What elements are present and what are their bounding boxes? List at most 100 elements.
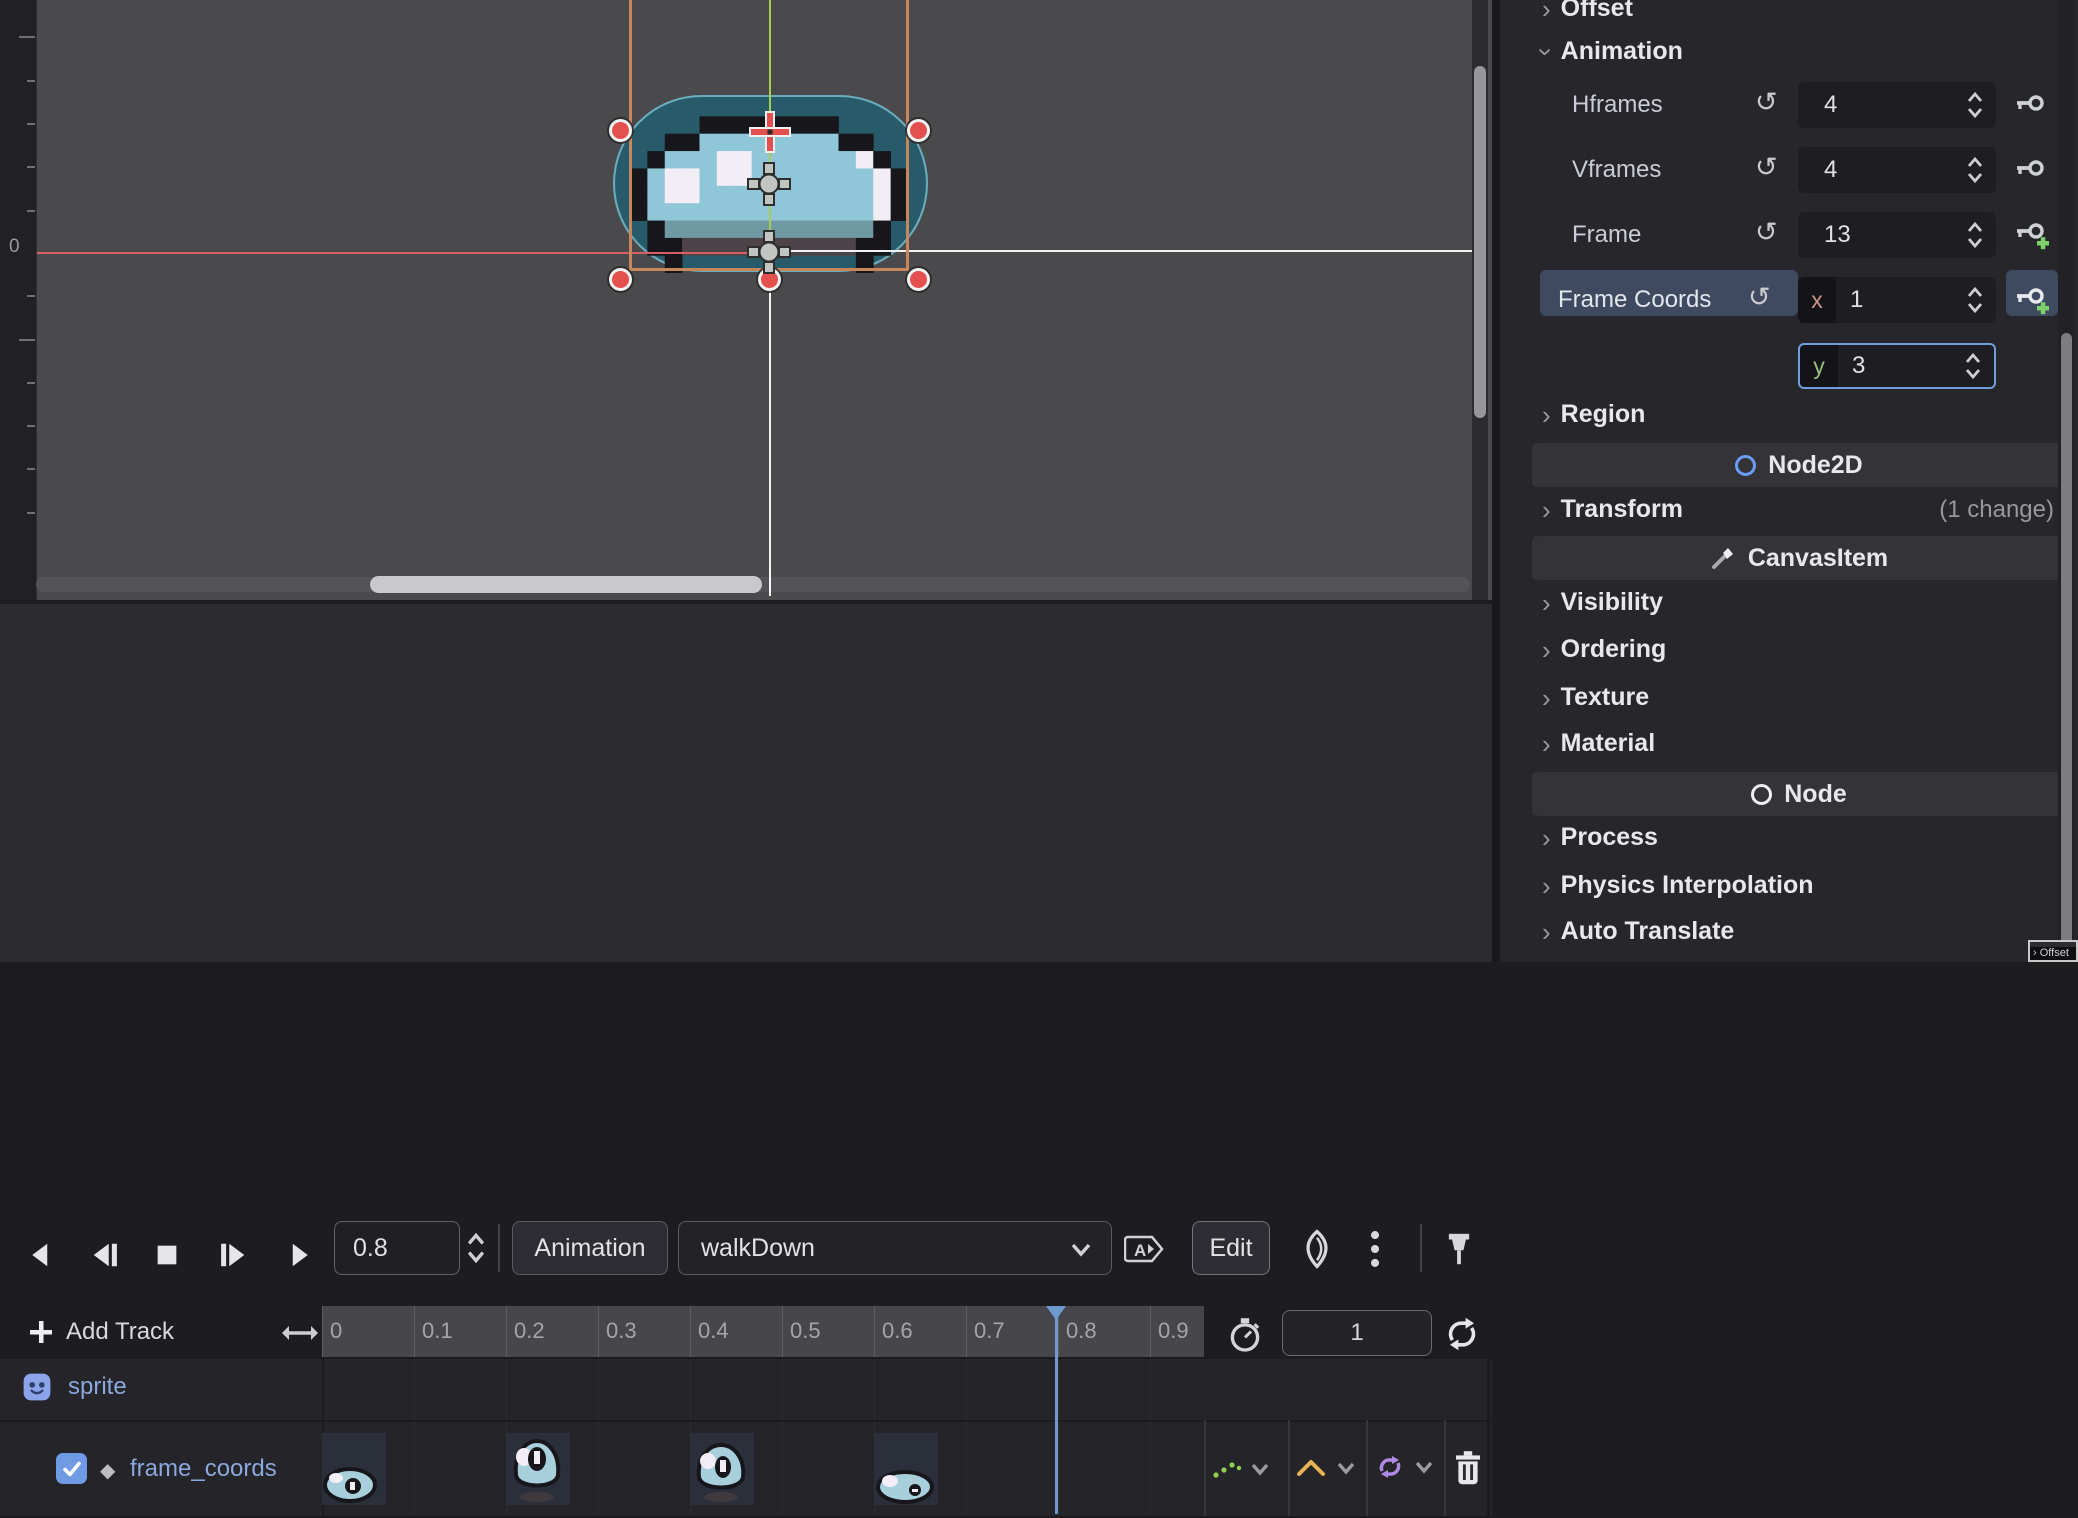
key-insert-icon[interactable] — [2014, 221, 2050, 257]
pan-timeline-icon[interactable] — [282, 1322, 318, 1344]
class-header-canvasitem[interactable]: CanvasItem — [1532, 536, 2066, 580]
key-insert-icon[interactable] — [2014, 286, 2050, 322]
keyframe-thumbnail-0[interactable] — [322, 1433, 386, 1505]
slime-frame-image — [690, 1433, 754, 1505]
more-options-menu-icon[interactable] — [1368, 1230, 1382, 1268]
stepper-icon[interactable] — [1966, 220, 1984, 250]
vframes-value-field[interactable]: 4 — [1798, 147, 1996, 193]
animation-length-field[interactable]: 1 — [1282, 1310, 1432, 1356]
revert-icon[interactable]: ↺ — [1748, 282, 1771, 313]
edit-button-label: Edit — [1209, 1234, 1252, 1263]
ruler-tick — [27, 425, 35, 427]
floating-tooltip: › Offset — [2028, 940, 2078, 962]
pin-panel-icon[interactable] — [1442, 1230, 1476, 1268]
handle-bottom-left[interactable] — [609, 268, 632, 291]
key-icon[interactable] — [2014, 91, 2046, 119]
update-mode-dropdown[interactable] — [1212, 1456, 1270, 1482]
current-time-value: 0.8 — [353, 1234, 388, 1263]
tick-label: 0.8 — [1066, 1318, 1097, 1344]
x-component-label: x — [1798, 277, 1836, 323]
section-auto-translate[interactable]: › Auto Translate — [1542, 917, 1734, 946]
ruler-tick — [27, 210, 35, 212]
keyframe-thumbnail-3[interactable] — [874, 1433, 938, 1505]
inspector-scrollbar-thumb[interactable] — [2061, 333, 2072, 950]
slime-frame-image — [322, 1433, 386, 1505]
section-ordering[interactable]: › Ordering — [1542, 635, 1666, 664]
edit-button[interactable]: Edit — [1192, 1221, 1270, 1275]
snap-stopwatch-icon[interactable] — [1228, 1317, 1262, 1353]
move-gizmo-center[interactable] — [747, 162, 791, 206]
stepper-icon[interactable] — [1966, 155, 1984, 185]
time-stepper[interactable] — [465, 1232, 487, 1264]
play-button[interactable] — [284, 1240, 314, 1270]
section-auto-translate-label: Auto Translate — [1561, 917, 1735, 946]
autoplay-on-load-icon[interactable]: A — [1124, 1232, 1166, 1266]
frame-value-field[interactable]: 13 — [1798, 212, 1996, 258]
chevron-right-icon: › — [1542, 685, 1551, 711]
section-visibility[interactable]: › Visibility — [1542, 588, 1663, 617]
play-backwards-from-end-button[interactable] — [88, 1240, 122, 1270]
frame-coords-x-field[interactable]: x 1 — [1798, 277, 1996, 323]
revert-icon[interactable]: ↺ — [1755, 217, 1778, 248]
section-process[interactable]: › Process — [1542, 823, 1658, 852]
section-transform[interactable]: › Transform (1 change) — [1542, 495, 2054, 524]
viewport-hscrollbar-thumb[interactable] — [370, 576, 762, 593]
stepper-icon[interactable] — [1966, 90, 1984, 120]
class-header-node2d[interactable]: Node2D — [1532, 443, 2066, 487]
ruler-tick — [27, 468, 35, 470]
add-track-button[interactable]: Add Track — [28, 1318, 174, 1346]
delete-track-trash-icon[interactable] — [1452, 1450, 1484, 1486]
revert-icon[interactable]: ↺ — [1755, 87, 1778, 118]
stepper-icon[interactable] — [1966, 285, 1984, 315]
chevron-down-icon — [1069, 1242, 1093, 1258]
class-header-label: Node2D — [1768, 451, 1862, 480]
frame-value: 13 — [1824, 221, 1966, 249]
handle-left-mid[interactable] — [609, 119, 632, 142]
viewport-vscrollbar-thumb[interactable] — [1474, 66, 1486, 418]
revert-icon[interactable]: ↺ — [1755, 152, 1778, 183]
loop-wrap-mode-dropdown[interactable] — [1374, 1452, 1434, 1482]
handle-right-mid[interactable] — [907, 119, 930, 142]
section-animation[interactable]: › Animation — [1542, 37, 1683, 66]
chevron-right-icon: › — [1542, 590, 1551, 616]
stepper-icon[interactable] — [1964, 351, 1982, 381]
animation-menu-button[interactable]: Animation — [512, 1221, 668, 1275]
move-gizmo-bottom[interactable] — [747, 230, 791, 274]
keyframe-thumbnail-2[interactable] — [690, 1433, 754, 1505]
tick-label: 0 — [330, 1318, 342, 1344]
ruler-tick — [27, 382, 35, 384]
2d-viewport[interactable]: 0 — [0, 0, 1492, 600]
animation-select-dropdown[interactable]: walkDown — [678, 1221, 1112, 1275]
section-material-label: Material — [1561, 729, 1655, 758]
current-time-field[interactable]: 0.8 — [334, 1221, 460, 1275]
origin-cross-marker[interactable] — [748, 110, 792, 154]
stop-button[interactable] — [153, 1241, 181, 1269]
track-node-row[interactable]: sprite — [22, 1372, 127, 1402]
track-property-name[interactable]: frame_coords — [130, 1455, 277, 1483]
section-region[interactable]: › Region — [1542, 400, 1645, 429]
class-header-node[interactable]: Node — [1532, 772, 2066, 816]
section-texture[interactable]: › Texture — [1542, 683, 1649, 712]
section-physics-interpolation[interactable]: › Physics Interpolation — [1542, 871, 1814, 900]
key-icon[interactable] — [2014, 156, 2046, 184]
play-backwards-button[interactable] — [26, 1240, 56, 1270]
tick-label: 0.7 — [974, 1318, 1005, 1344]
track-enabled-checkbox[interactable] — [56, 1453, 87, 1484]
svg-text:A: A — [1134, 1241, 1146, 1260]
section-offset[interactable]: › Offset — [1542, 0, 1633, 23]
section-material[interactable]: › Material — [1542, 729, 1655, 758]
keyframe-thumbnail-1[interactable] — [506, 1433, 570, 1505]
onion-skinning-icon[interactable] — [1298, 1229, 1336, 1269]
slime-frame-image — [874, 1433, 938, 1505]
panel-splitter[interactable] — [1492, 0, 1500, 962]
section-ordering-label: Ordering — [1561, 635, 1667, 664]
playhead-grabber[interactable] — [1046, 1306, 1066, 1320]
handle-bottom-right[interactable] — [907, 268, 930, 291]
playhead-line[interactable] — [1055, 1306, 1058, 1514]
interpolation-mode-dropdown[interactable] — [1296, 1456, 1356, 1480]
frame-coords-y-field[interactable]: y 3 — [1798, 343, 1996, 389]
loop-mode-icon[interactable] — [1444, 1316, 1480, 1352]
toolbar-separator — [498, 1224, 500, 1272]
hframes-value-field[interactable]: 4 — [1798, 82, 1996, 128]
play-from-start-button[interactable] — [216, 1240, 250, 1270]
